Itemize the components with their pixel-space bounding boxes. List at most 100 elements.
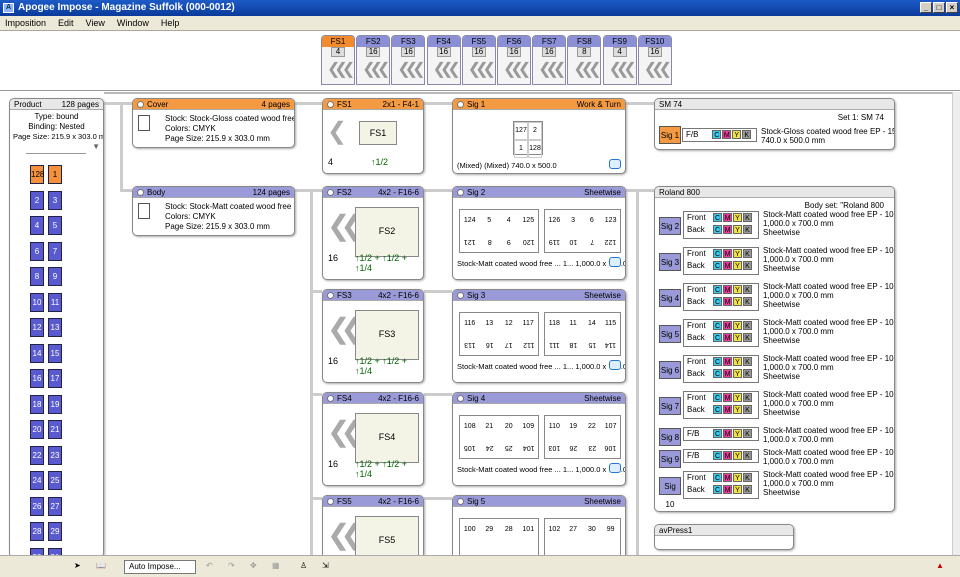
comment-bubble-icon[interactable] (609, 159, 621, 169)
menu-imposition[interactable]: Imposition (5, 16, 46, 30)
cover-section-panel[interactable]: Cover 4 pages Stock: Stock-Gloss coated w… (132, 98, 295, 148)
page-thumbnail[interactable]: 6 (30, 241, 44, 261)
page-thumbnail[interactable]: 18 (30, 394, 44, 414)
signature-plate-front[interactable]: 100 29 28 101 (459, 518, 539, 555)
signature-plate-back[interactable]: 118 11 14 115 111 18 15 114 (544, 312, 621, 356)
page-thumbnail[interactable]: 1 (48, 165, 62, 184)
close-button[interactable]: × (946, 2, 958, 13)
fold-sheet-preview[interactable]: FS2 (355, 207, 419, 257)
sig-tag[interactable]: Sig 9 (659, 450, 681, 468)
signature-plate-front[interactable]: 124 5 4 125 121 8 9 120 (459, 209, 539, 253)
auto-impose-button[interactable]: Auto Impose... (124, 560, 196, 574)
signature-plate-back[interactable]: 110 19 22 107 103 26 23 106 (544, 415, 621, 459)
page-thumbnail[interactable]: 17 (48, 369, 62, 388)
menu-help[interactable]: Help (161, 16, 180, 30)
move-icon[interactable]: ✥ (250, 559, 257, 575)
page-thumbnail[interactable]: 22 (30, 445, 44, 465)
sig-tag[interactable]: Sig 8 (659, 428, 681, 446)
redo-icon[interactable]: ↷ (228, 559, 235, 575)
sig-tag[interactable]: Sig 4 (659, 289, 681, 307)
collapse-triangle-icon[interactable]: ▼ (13, 142, 100, 152)
press-signature-row[interactable]: Sig 7 Front C M Y K Back C M Y K Stock-Matt coated … (659, 390, 894, 423)
page-thumbnail[interactable]: 31 (48, 547, 62, 555)
page-thumbnail[interactable]: 28 (30, 522, 44, 541)
press-signature-row[interactable]: Sig 10 Front C M Y K Back C M Y K Stock-Matt coated… (659, 470, 894, 509)
page-thumbnail[interactable]: 25 (48, 471, 62, 490)
page-thumbnail[interactable]: 15 (48, 343, 62, 363)
fold-sheet-panel-fs3[interactable]: FS3 4x2 - F16-6 ❮❮❮❮ FS3 16 ↑1/2 + ↑1/2 + ↑1/… (322, 289, 424, 383)
page-thumbnail[interactable]: 26 (30, 496, 44, 516)
signature-plate-back[interactable]: 102 27 30 99 (544, 518, 621, 555)
page-thumbnail[interactable]: 23 (48, 445, 62, 465)
press-avpress-panel[interactable]: avPress1 (654, 524, 794, 550)
fold-sheet-tab-fs1[interactable]: FS1 4 ❮❮❮ (321, 35, 355, 85)
fold-sheet-tab-fs8[interactable]: FS8 8 ❮❮❮ (567, 35, 602, 85)
page-thumbnail[interactable]: 10 (30, 292, 44, 312)
export-icon[interactable]: ⇲ (322, 559, 329, 575)
signature-panel-4[interactable]: Sig 4 Sheetwise 108 21 20 109 105 24 25 104 110 19 2… (452, 392, 626, 486)
sig-tag[interactable]: Sig 1 (659, 126, 681, 144)
page-thumbnail[interactable]: 3 (48, 190, 62, 210)
signature-plate-front[interactable]: 108 21 20 109 105 24 25 104 (459, 415, 539, 459)
page-thumbnail[interactable]: 13 (48, 318, 62, 337)
signature-panel-3[interactable]: Sig 3 Sheetwise 116 13 12 117 113 16 17 112 118 11 1… (452, 289, 626, 383)
warning-icon[interactable]: ▲ (936, 559, 944, 575)
person-icon[interactable]: ♙ (300, 559, 307, 575)
page-thumbnail[interactable]: 14 (30, 343, 44, 363)
page-thumbnail[interactable]: 20 (30, 420, 44, 439)
fold-sheet-tab-fs3[interactable]: FS3 16 ❮❮❮ (391, 35, 426, 85)
fold-sheet-tab-fs7[interactable]: FS7 16 ❮❮❮ (532, 35, 566, 85)
page-thumbnail[interactable]: 21 (48, 420, 62, 439)
page-thumbnail[interactable]: 12 (30, 318, 44, 337)
signature-plate-front[interactable]: 127 2 1 128 (513, 121, 543, 158)
page-thumbnail[interactable]: 8 (30, 267, 44, 286)
fold-sheet-tab-fs2[interactable]: FS2 16 ❮❮❮ (356, 35, 390, 85)
sig-tag[interactable]: Sig 10 (659, 477, 681, 509)
page-thumbnail[interactable]: 24 (30, 471, 44, 490)
sig-tag[interactable]: Sig 2 (659, 217, 681, 235)
fold-sheet-panel-fs2[interactable]: FS2 4x2 - F16-6 ❮❮❮❮ FS2 16 ↑1/2 + ↑1/2 + ↑1/… (322, 186, 424, 280)
press-signature-row[interactable]: Sig 8 F/B C M Y K Stock-Matt coated wood free … (659, 426, 894, 447)
fold-sheet-tab-fs4[interactable]: FS4 16 ❮❮❮ (426, 35, 461, 85)
page-thumbnail[interactable]: 9 (48, 267, 62, 286)
page-thumbnail[interactable]: 5 (48, 216, 62, 235)
grid-icon[interactable]: ▦ (272, 559, 280, 575)
signature-plate-front[interactable]: 116 13 12 117 113 16 17 112 (459, 312, 539, 356)
body-section-panel[interactable]: Body 124 pages Stock: Stock-Matt coated w… (132, 186, 295, 236)
vertical-scrollbar[interactable] (952, 92, 960, 555)
comment-bubble-icon[interactable] (609, 463, 621, 473)
page-thumbnail[interactable]: 19 (48, 394, 62, 414)
page-thumbnail[interactable]: 29 (48, 522, 62, 541)
menu-view[interactable]: View (86, 16, 105, 30)
press-signature-row[interactable]: Sig 6 Front C M Y K Back C M Y K Stock-Matt coated … (659, 354, 894, 387)
comment-bubble-icon[interactable] (609, 360, 621, 370)
pointer-tool-icon[interactable]: ➤ (74, 559, 81, 575)
press-signature-row[interactable]: Sig 2 Front C M Y K Back C M Y K Stock-Matt coated … (659, 210, 894, 243)
signature-panel-1[interactable]: Sig 1 Work & Turn 127 2 1 128 (Mixed) (Mixed) … (452, 98, 626, 174)
sig-tag[interactable]: Sig 3 (659, 253, 681, 271)
page-thumbnail[interactable]: 27 (48, 496, 62, 516)
signature-panel-2[interactable]: Sig 2 Sheetwise 124 5 4 125 121 8 9 120 126 3 6 123 11… (452, 186, 626, 280)
page-thumbnail[interactable]: 7 (48, 241, 62, 261)
sig-tag[interactable]: Sig 7 (659, 397, 681, 415)
page-thumbnail[interactable]: 30 (30, 547, 44, 555)
press-signature-row[interactable]: Sig 4 Front C M Y K Back C M Y K Stock-Matt coated … (659, 282, 894, 315)
sig-tag[interactable]: Sig 6 (659, 361, 681, 379)
signature-plate-back[interactable]: 126 3 6 123 119 10 7 122 (544, 209, 621, 253)
fold-sheet-panel-fs1[interactable]: FS1 2x1 - F4-1 ❮ FS1 4 ↑1/2 (322, 98, 424, 174)
press-signature-row[interactable]: Sig 3 Front C M Y K Back C M Y K Stock-Matt coated … (659, 246, 894, 279)
press-sm74-panel[interactable]: SM 74 Set 1: SM 74 Sig 1 F/B CMYK Stock-… (654, 98, 895, 150)
fold-sheet-panel-fs5[interactable]: FS5 4x2 - F16-6 ❮❮❮❮ FS5 (322, 495, 424, 555)
press-signature-row[interactable]: Sig 5 Front C M Y K Back C M Y K Stock-Matt coated … (659, 318, 894, 351)
signature-panel-5[interactable]: Sig 5 Sheetwise 100 29 28 101 102 27 30 99 (452, 495, 626, 555)
fold-sheet-tab-fs6[interactable]: FS6 16 ❮❮❮ (497, 35, 531, 85)
menu-edit[interactable]: Edit (58, 16, 74, 30)
page-thumbnail[interactable]: 4 (30, 216, 44, 235)
fold-sheet-tab-fs5[interactable]: FS5 16 ❮❮❮ (461, 35, 496, 85)
minimize-button[interactable]: _ (920, 2, 932, 13)
fold-sheet-preview[interactable]: FS1 (359, 121, 397, 145)
fold-sheet-tab-fs10[interactable]: FS10 16 ❮❮❮ (637, 35, 672, 85)
fold-sheet-preview[interactable]: FS4 (355, 413, 419, 463)
page-thumbnail[interactable]: 128 (30, 165, 44, 184)
maximize-button[interactable]: □ (933, 2, 945, 13)
